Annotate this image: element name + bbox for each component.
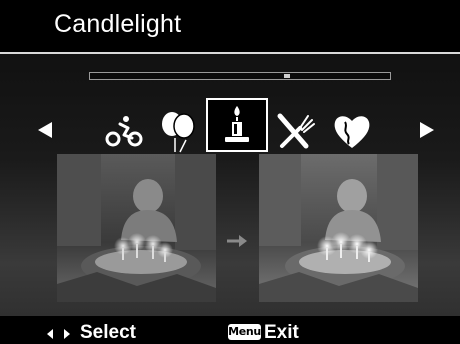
scene-scrollbar[interactable] bbox=[89, 72, 391, 80]
select-hint-label: Select bbox=[80, 322, 136, 343]
menu-key-icon: Menu bbox=[228, 324, 261, 340]
preview-before-image bbox=[57, 154, 216, 302]
right-arrow-icon bbox=[64, 329, 70, 339]
title-bar: Candlelight bbox=[0, 0, 460, 54]
scene-selector-panel bbox=[0, 54, 460, 316]
bicycle-icon[interactable] bbox=[101, 108, 147, 154]
preview-after-image bbox=[259, 154, 418, 302]
selected-scene-frame[interactable] bbox=[206, 98, 268, 152]
left-arrow-icon bbox=[47, 329, 53, 339]
exit-hint-label: Exit bbox=[264, 322, 299, 343]
footer-hint-bar: Select Menu Exit bbox=[0, 316, 460, 344]
fork-knife-icon[interactable] bbox=[274, 108, 320, 154]
balloons-icon[interactable] bbox=[155, 108, 201, 154]
heart-icon[interactable] bbox=[329, 108, 375, 154]
arrow-right-icon bbox=[226, 234, 248, 253]
previous-scene-arrow[interactable] bbox=[38, 122, 52, 138]
scroll-thumb[interactable] bbox=[284, 74, 290, 78]
next-scene-arrow[interactable] bbox=[420, 122, 434, 138]
page-title: Candlelight bbox=[54, 10, 182, 38]
